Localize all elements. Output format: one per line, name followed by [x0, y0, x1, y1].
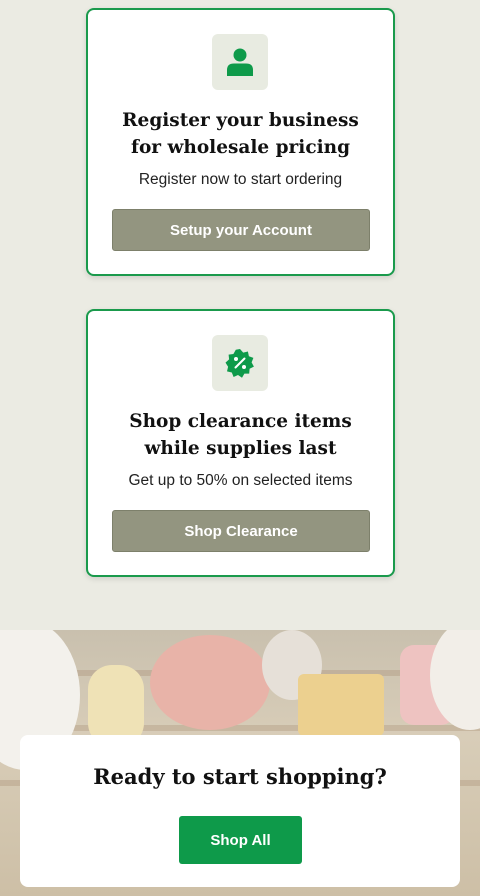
setup-account-button[interactable]: Setup your Account	[112, 209, 370, 251]
discount-badge-icon	[212, 335, 268, 391]
shop-all-button[interactable]: Shop All	[179, 816, 302, 864]
hero-title: Ready to start shopping?	[93, 764, 387, 789]
shop-clearance-button[interactable]: Shop Clearance	[112, 510, 370, 552]
register-business-card: Register your business for wholesale pri…	[86, 8, 395, 276]
card-title: Register your business for wholesale pri…	[122, 110, 359, 158]
hero-banner: Ready to start shopping? Shop All	[0, 630, 480, 896]
card-subtitle: Get up to 50% on selected items	[128, 472, 353, 489]
hero-card: Ready to start shopping? Shop All	[20, 735, 460, 887]
card-title: Shop clearance items while supplies last	[129, 411, 352, 459]
clearance-card: Shop clearance items while supplies last…	[86, 309, 395, 577]
card-subtitle: Register now to start ordering	[138, 171, 343, 188]
user-icon	[212, 34, 268, 90]
